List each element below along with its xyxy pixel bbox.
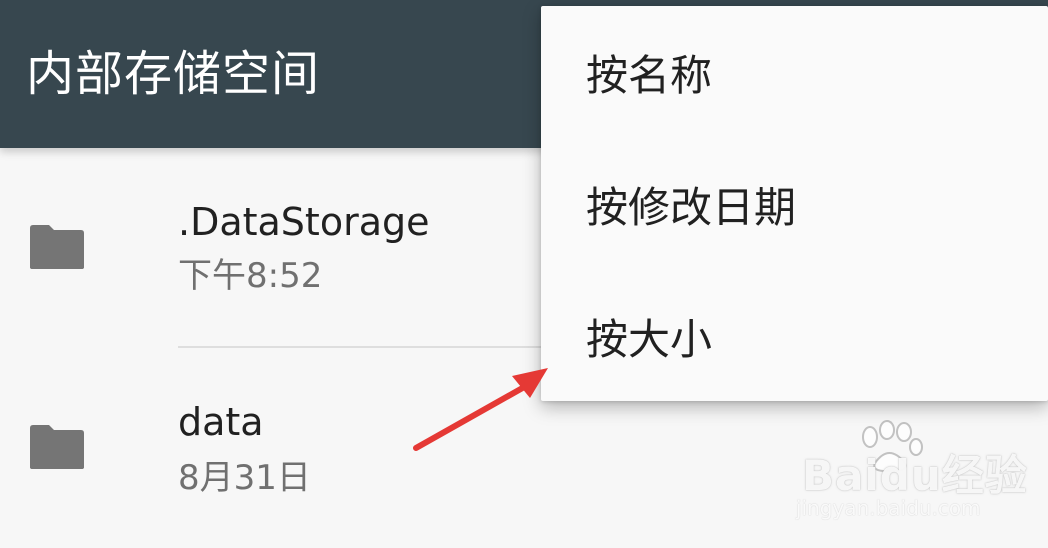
watermark-url: jingyan.baidu.com [796,496,981,520]
folder-icon [30,425,84,469]
folder-icon [30,225,84,269]
sort-menu: 按名称 按修改日期 按大小 [541,6,1048,401]
file-name: .DataStorage [178,200,430,244]
file-modified-date: 8月31日 [178,458,311,498]
file-name: data [178,400,264,444]
red-arrow-annotation [413,368,548,451]
sort-by-name-option[interactable]: 按名称 [541,6,1048,138]
sort-by-size-option[interactable]: 按大小 [541,270,1048,402]
watermark-brand: Baidu经验 [802,451,1028,500]
file-modified-date: 下午8:52 [178,256,323,296]
sort-by-modified-date-option[interactable]: 按修改日期 [541,138,1048,270]
page-title: 内部存储空间 [26,46,321,102]
baidu-watermark: Baidu经验 jingyan.baidu.com [790,414,1040,532]
